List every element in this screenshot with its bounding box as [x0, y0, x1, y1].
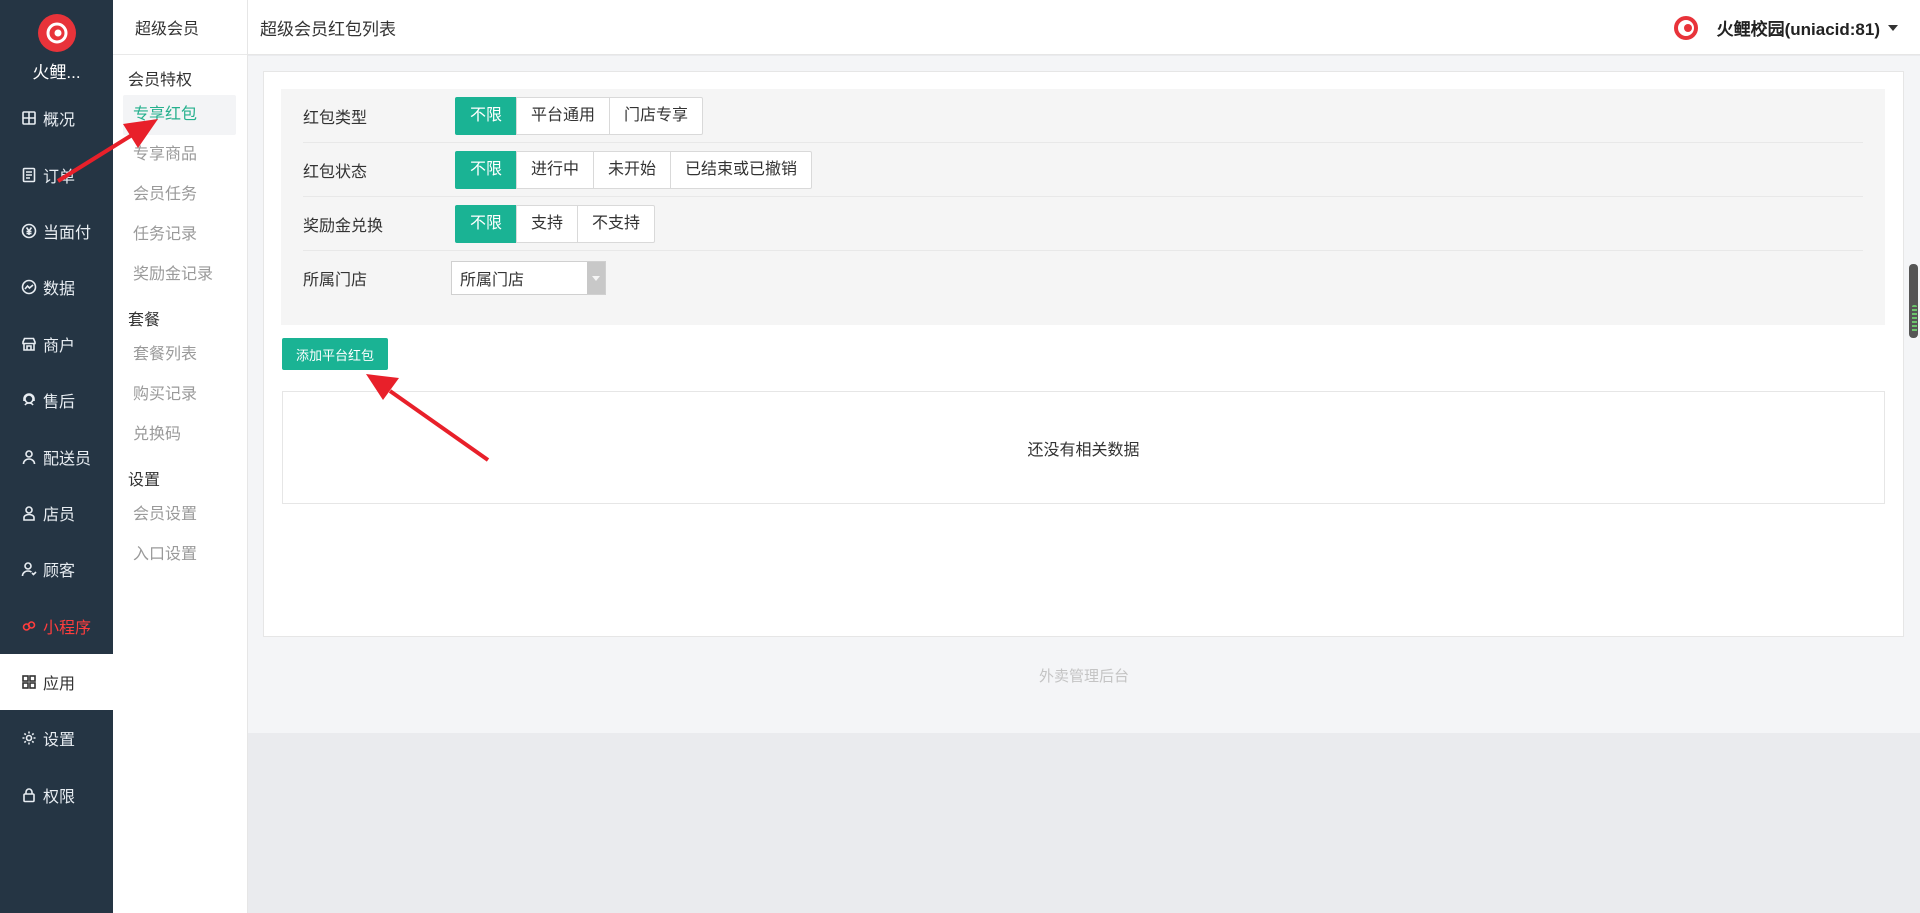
empty-table: 还没有相关数据	[282, 391, 1885, 504]
status-options: 不限 进行中 未开始 已结束或已撤销	[455, 150, 813, 189]
nav-item-facepay[interactable]: 当面付	[0, 203, 113, 259]
nav-item-label: 权限	[43, 788, 76, 806]
nav-item-clerk[interactable]: 店员	[0, 485, 113, 541]
nav-item-rider[interactable]: 配送员	[0, 428, 113, 484]
caret-down-icon	[1888, 24, 1898, 31]
subnav-item-exclusive-goods[interactable]: 专享商品	[123, 135, 236, 175]
subnav-group-title: 设置	[128, 472, 161, 489]
status-option-any[interactable]: 不限	[455, 150, 518, 189]
nav-item-label: 设置	[43, 732, 76, 750]
rider-icon	[20, 448, 38, 466]
subnav-item-package-list[interactable]: 套餐列表	[123, 335, 236, 375]
store-select[interactable]: 所属门店	[451, 261, 606, 295]
brand-name: 火鲤...	[32, 62, 81, 82]
chart-line-icon	[20, 278, 38, 296]
store-icon	[20, 335, 38, 353]
subnav-title: 超级会员	[113, 0, 247, 55]
nav-item-permissions[interactable]: 权限	[0, 767, 113, 823]
subnav-item-exclusive-redpacket[interactable]: 专享红包	[123, 95, 236, 135]
nav-item-orders[interactable]: 订单	[0, 146, 113, 202]
nav-item-merchant[interactable]: 商户	[0, 316, 113, 372]
nav-item-label: 顾客	[43, 563, 76, 581]
customer-icon	[20, 560, 38, 578]
store-select-value: 所属门店	[460, 272, 525, 289]
nav-item-data[interactable]: 数据	[0, 259, 113, 315]
filter-label: 奖励金兑换	[303, 217, 384, 235]
type-option-any[interactable]: 不限	[455, 96, 518, 135]
account-name: 火鲤校园(uniacid:81)	[1716, 20, 1880, 39]
filter-label: 所属门店	[303, 272, 368, 289]
nav-item-customer[interactable]: 顾客	[0, 541, 113, 597]
account-logo-icon	[1673, 15, 1698, 40]
top-header: 超级会员红包列表 火鲤校园(uniacid:81)	[248, 0, 1920, 55]
subnav-item-purchase-records[interactable]: 购买记录	[123, 375, 236, 415]
dashboard-icon	[20, 109, 38, 127]
brand: 火鲤...	[0, 0, 113, 90]
headset-icon	[20, 391, 38, 409]
nav-item-aftersale[interactable]: 售后	[0, 372, 113, 428]
type-option-platform[interactable]: 平台通用	[516, 96, 611, 135]
sub-sidebar: 超级会员 会员特权 专享红包 专享商品 会员任务 任务记录 奖励金记录 套餐 套…	[113, 0, 248, 913]
exchange-option-no[interactable]: 不支持	[577, 204, 656, 243]
subnav-group-title: 套餐	[128, 312, 161, 329]
nav-item-label: 当面付	[43, 224, 92, 242]
subnav-item-member-settings[interactable]: 会员设置	[123, 495, 236, 535]
status-option-ended[interactable]: 已结束或已撤销	[670, 150, 813, 189]
account-dropdown[interactable]: 火鲤校园(uniacid:81)	[1673, 0, 1898, 55]
type-options: 不限 平台通用 门店专享	[455, 96, 704, 135]
status-option-ongoing[interactable]: 进行中	[516, 150, 595, 189]
nav-item-settings[interactable]: 设置	[0, 710, 113, 766]
filter-label: 红包类型	[303, 109, 368, 127]
nav-item-label: 商户	[43, 337, 76, 355]
main-nav: 概况 订单 当面付 数据 商户 售后 配送员 店员 顾客 小程序 应用 设置 权…	[0, 90, 113, 823]
subnav-item-member-tasks[interactable]: 会员任务	[123, 175, 236, 215]
filter-row-status: 红包状态 不限 进行中 未开始 已结束或已撤销	[303, 143, 1863, 197]
nav-item-label: 店员	[43, 506, 76, 524]
scrollbar-grip	[1912, 305, 1917, 333]
nav-item-overview[interactable]: 概况	[0, 90, 113, 146]
status-option-not-started[interactable]: 未开始	[593, 150, 672, 189]
subnav-item-reward-records[interactable]: 奖励金记录	[123, 255, 236, 295]
nav-item-miniprogram[interactable]: 小程序	[0, 598, 113, 654]
miniprogram-icon	[20, 617, 38, 635]
exchange-option-any[interactable]: 不限	[455, 204, 518, 243]
subnav-item-redeem-code[interactable]: 兑换码	[123, 415, 236, 455]
filter-row-exchange: 奖励金兑换 不限 支持 不支持	[303, 197, 1863, 251]
empty-state-text: 还没有相关数据	[1027, 441, 1140, 459]
subnav-group-title: 会员特权	[128, 72, 193, 89]
yuan-coin-icon	[20, 222, 38, 240]
nav-item-label: 数据	[43, 281, 76, 299]
nav-item-apps[interactable]: 应用	[0, 653, 113, 711]
gear-icon	[20, 729, 38, 747]
footer-text: 外卖管理后台	[1038, 668, 1129, 685]
exchange-options: 不限 支持 不支持	[455, 204, 656, 243]
clerk-icon	[20, 504, 38, 522]
type-option-store[interactable]: 门店专享	[609, 96, 704, 135]
order-list-icon	[20, 166, 38, 184]
lock-icon	[20, 786, 38, 804]
chevron-down-icon	[587, 262, 605, 294]
brand-logo-icon[interactable]	[37, 13, 76, 52]
nav-item-label: 售后	[43, 394, 76, 412]
nav-item-label: 应用	[43, 676, 76, 694]
filter-label: 红包状态	[303, 163, 368, 181]
add-platform-redpacket-button[interactable]: 添加平台红包	[282, 338, 388, 370]
nav-item-label: 小程序	[43, 619, 92, 637]
nav-item-label: 订单	[43, 168, 76, 186]
apps-grid-icon	[20, 673, 38, 691]
nav-item-label: 概况	[43, 112, 76, 130]
filter-row-store: 所属门店 所属门店	[303, 251, 1863, 305]
main-sidebar: 火鲤... 概况 订单 当面付 数据 商户 售后 配送员 店员 顾客 小程序 应…	[0, 0, 113, 913]
exchange-option-yes[interactable]: 支持	[516, 204, 579, 243]
page-title: 超级会员红包列表	[260, 19, 396, 39]
subnav-item-task-records[interactable]: 任务记录	[123, 215, 236, 255]
subnav-item-entry-settings[interactable]: 入口设置	[123, 535, 236, 575]
filter-panel: 红包类型 不限 平台通用 门店专享 红包状态 不限 进行中 未开始 已结束或已撤…	[281, 89, 1885, 325]
nav-item-label: 配送员	[43, 450, 92, 468]
filter-row-type: 红包类型 不限 平台通用 门店专享	[303, 89, 1863, 143]
